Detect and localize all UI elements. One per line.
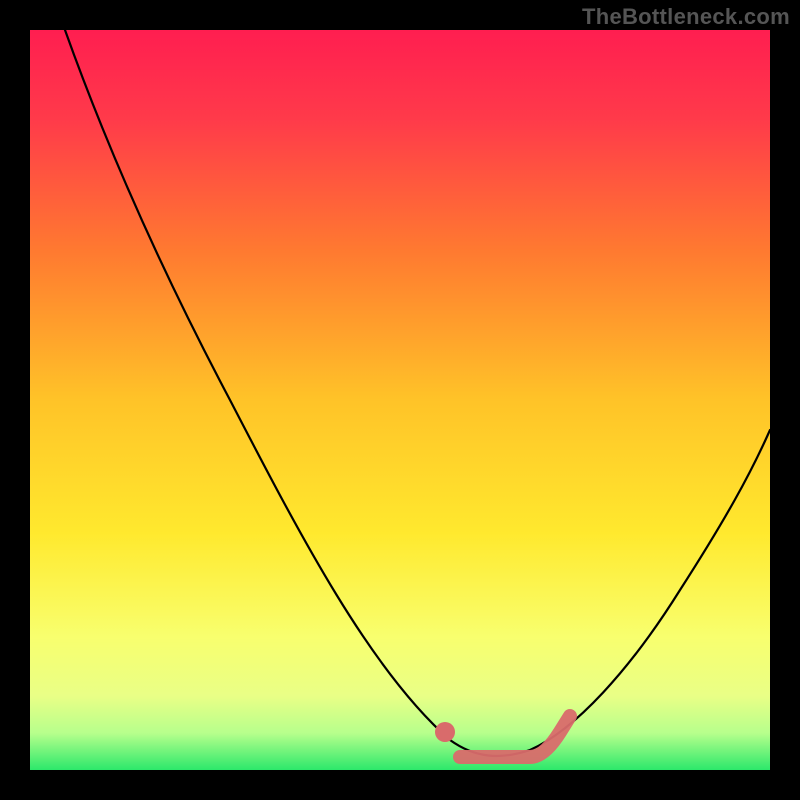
gradient-background [30,30,770,770]
optimal-marker-dot [435,722,455,742]
watermark-text: TheBottleneck.com [582,4,790,30]
chart-stage: TheBottleneck.com [0,0,800,800]
chart-svg [30,30,770,770]
plot-area [30,30,770,770]
